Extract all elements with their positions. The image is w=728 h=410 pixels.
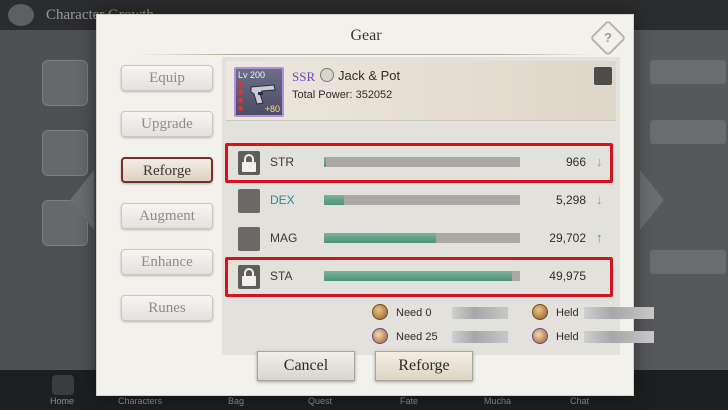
nav-home: Home (50, 396, 75, 406)
character-badge-icon (320, 68, 334, 82)
stat-bar-fill (324, 233, 436, 243)
item-level: Lv 200 (238, 70, 266, 80)
arrow-up-icon: ↑ (596, 230, 603, 245)
stat-label: DEX (270, 193, 295, 207)
item-icon-frame[interactable]: Lv 200 +80 (234, 67, 284, 117)
obscured-value (452, 331, 508, 343)
stat-row-sta: STA 49,975 (225, 257, 616, 297)
item-name: Jack & Pot (338, 68, 401, 83)
highlight-box (225, 257, 613, 297)
arrow-down-icon: ↓ (596, 192, 603, 207)
tab-equip[interactable]: Equip (121, 65, 213, 91)
help-icon: ? (604, 30, 612, 45)
cost-held-shell: Held (556, 331, 579, 343)
background-slot (42, 60, 88, 106)
nav-fate: Fate (400, 396, 419, 406)
stat-row-str: STR 966 ↓ (225, 143, 616, 183)
cost-need-shell: Need 25 (396, 331, 438, 343)
stat-bar (324, 195, 520, 205)
shell-icon (372, 328, 388, 344)
back-icon (8, 4, 34, 26)
nav-chat: Chat (570, 396, 590, 406)
title-divider (137, 54, 595, 55)
stat-value: 29,702 (549, 231, 586, 245)
stat-row-mag: MAG 29,702 ↑ (226, 221, 616, 257)
shell-icon (532, 328, 548, 344)
nav-characters: Characters (118, 396, 163, 406)
stat-value: 5,298 (555, 193, 586, 207)
cost-need-coin: Need 0 (396, 307, 432, 319)
home-icon (52, 375, 74, 395)
stat-row-dex: DEX 5,298 ↓ (226, 183, 616, 219)
tab-runes[interactable]: Runes (121, 295, 213, 321)
item-rarity: SSR (292, 69, 316, 84)
stat-bar (324, 233, 520, 243)
tab-enhance[interactable]: Enhance (121, 249, 213, 275)
reforge-panel: Lv 200 +80 SSR Jack & Pot Total Power: 3… (222, 57, 654, 355)
obscured-value (452, 307, 508, 319)
help-button[interactable]: ? (589, 19, 627, 57)
obscured-value (584, 331, 654, 343)
cancel-button[interactable]: Cancel (257, 351, 355, 381)
tab-reforge[interactable]: Reforge (121, 157, 213, 183)
highlight-box (225, 143, 613, 183)
background-button (650, 250, 726, 274)
item-star-pips (238, 82, 244, 114)
stat-label: MAG (270, 231, 298, 245)
nav-bag: Bag (228, 396, 245, 406)
lock-checkbox[interactable] (238, 189, 260, 213)
background-button (650, 60, 726, 84)
item-total-power: Total Power: 352052 (292, 89, 393, 101)
reforge-button[interactable]: Reforge (375, 351, 473, 381)
cost-held-coin: Held (556, 307, 579, 319)
dialog-title: Gear (350, 27, 382, 44)
item-card: Lv 200 +80 SSR Jack & Pot Total Power: 3… (226, 61, 616, 121)
nav-quest: Quest (308, 396, 333, 406)
background-button (650, 120, 726, 144)
gear-type-icon (594, 67, 612, 85)
tab-augment[interactable]: Augment (121, 203, 213, 229)
nav-mucha: Mucha (484, 396, 512, 406)
gear-dialog: Gear ? Equip Upgrade Reforge Augment Enh… (96, 14, 654, 396)
previous-arrow-icon (70, 170, 94, 230)
obscured-value (584, 307, 654, 319)
item-enhance-level: +80 (264, 104, 280, 114)
stat-bar-fill (324, 195, 344, 205)
tab-upgrade[interactable]: Upgrade (121, 111, 213, 137)
coin-icon (372, 304, 388, 320)
next-arrow-icon (640, 170, 664, 230)
lock-checkbox[interactable] (238, 227, 260, 251)
coin-icon (532, 304, 548, 320)
